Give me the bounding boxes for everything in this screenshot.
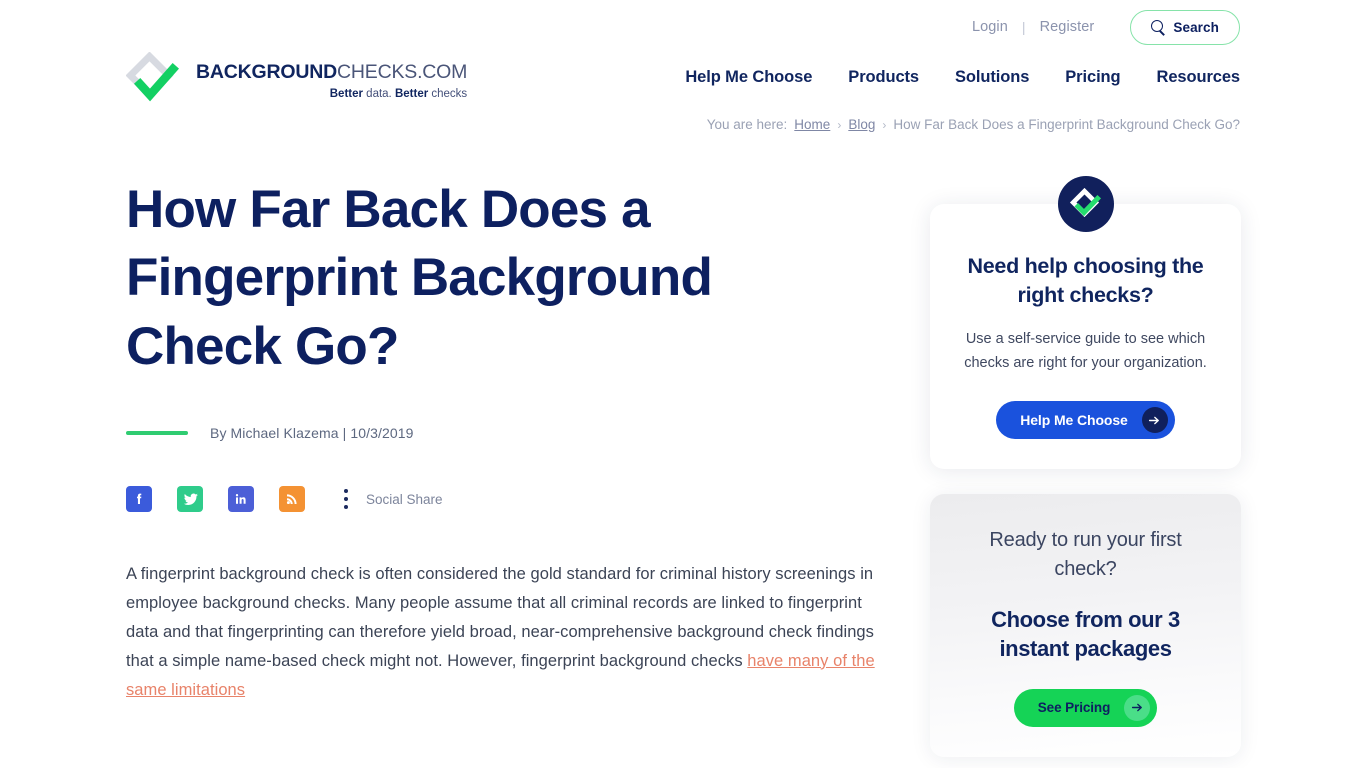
arrow-right-icon <box>1141 407 1168 434</box>
diamond-check-badge-icon <box>1057 176 1114 232</box>
nav-item-solutions[interactable]: Solutions <box>955 68 1029 87</box>
social-share-label: Social Share <box>366 491 443 507</box>
byline: By Michael Klazema | 10/3/2019 <box>126 425 886 441</box>
nav-item-resources[interactable]: Resources <box>1157 68 1241 87</box>
social-share-bar: Social Share <box>126 486 886 513</box>
logo-tagline-part-1: Better <box>329 87 363 100</box>
pricing-card-kicker: Ready to run your first check? <box>989 529 1182 581</box>
more-options-icon[interactable] <box>344 489 348 510</box>
nav-item-products[interactable]: Products <box>848 68 919 87</box>
article-paragraph: A fingerprint background check is often … <box>126 560 884 704</box>
utility-bar: Login | Register Search <box>958 9 1240 45</box>
search-button[interactable]: Search <box>1130 9 1240 45</box>
pricing-card-heading: Choose from our 3 instant packages <box>991 607 1180 661</box>
logo-name-light: CHECKS.COM <box>337 61 468 84</box>
twitter-icon[interactable] <box>177 486 203 513</box>
help-card-body: Use a self-service guide to see which ch… <box>964 331 1207 371</box>
see-pricing-button[interactable]: See Pricing <box>1013 688 1158 727</box>
search-icon <box>1151 20 1165 34</box>
logo-tagline: Better data. Better checks <box>196 88 467 100</box>
help-me-choose-button-label: Help Me Choose <box>1020 412 1128 429</box>
nav-item-pricing[interactable]: Pricing <box>1065 68 1120 87</box>
breadcrumb-link-blog[interactable]: Blog <box>848 117 875 132</box>
login-link[interactable]: Login <box>958 19 1022 35</box>
breadcrumb-chevron-2: › <box>882 117 887 132</box>
logo-tagline-part-4: checks <box>428 87 468 100</box>
nav-item-help-me-choose[interactable]: Help Me Choose <box>685 68 812 87</box>
breadcrumb-link-home[interactable]: Home <box>794 117 830 132</box>
logo-diamond-check-icon <box>125 51 182 108</box>
page-root: Login | Register Search BACKGROUNDCHECKS… <box>0 0 1366 768</box>
sidebar: Need help choosing the right checks? Use… <box>930 176 1241 768</box>
facebook-icon[interactable] <box>126 486 152 513</box>
byline-accent-bar <box>126 431 188 436</box>
article: How Far Back Does a Fingerprint Backgrou… <box>126 176 886 704</box>
breadcrumb-prefix: You are here: <box>706 117 788 132</box>
byline-text: By Michael Klazema | 10/3/2019 <box>210 425 414 442</box>
pricing-card: Ready to run your first check? Choose fr… <box>930 494 1241 757</box>
help-choosing-card: Need help choosing the right checks? Use… <box>930 176 1241 470</box>
breadcrumb: You are here: Home › Blog › How Far Back… <box>707 117 1240 132</box>
linkedin-icon[interactable] <box>228 486 254 513</box>
logo-text: BACKGROUNDCHECKS.COM Better data. Better… <box>196 60 467 100</box>
logo-tagline-part-2: data. <box>362 87 395 100</box>
help-card-title: Need help choosing the right checks? <box>967 254 1204 307</box>
page-title: How Far Back Does a Fingerprint Backgrou… <box>126 180 713 376</box>
arrow-right-icon <box>1124 694 1151 721</box>
logo-tagline-part-3: Better <box>394 87 429 100</box>
search-button-label: Search <box>1173 19 1219 35</box>
logo-name-bold: BACKGROUND <box>196 61 337 84</box>
site-logo[interactable]: BACKGROUNDCHECKS.COM Better data. Better… <box>125 51 467 108</box>
breadcrumb-current: How Far Back Does a Fingerprint Backgrou… <box>893 117 1240 132</box>
help-me-choose-button[interactable]: Help Me Choose <box>996 401 1175 440</box>
breadcrumb-chevron-1: › <box>837 117 842 132</box>
register-link[interactable]: Register <box>1026 19 1109 35</box>
see-pricing-button-label: See Pricing <box>1037 700 1111 716</box>
main-navigation: Help Me Choose Products Solutions Pricin… <box>685 68 1240 87</box>
rss-icon[interactable] <box>279 486 305 513</box>
